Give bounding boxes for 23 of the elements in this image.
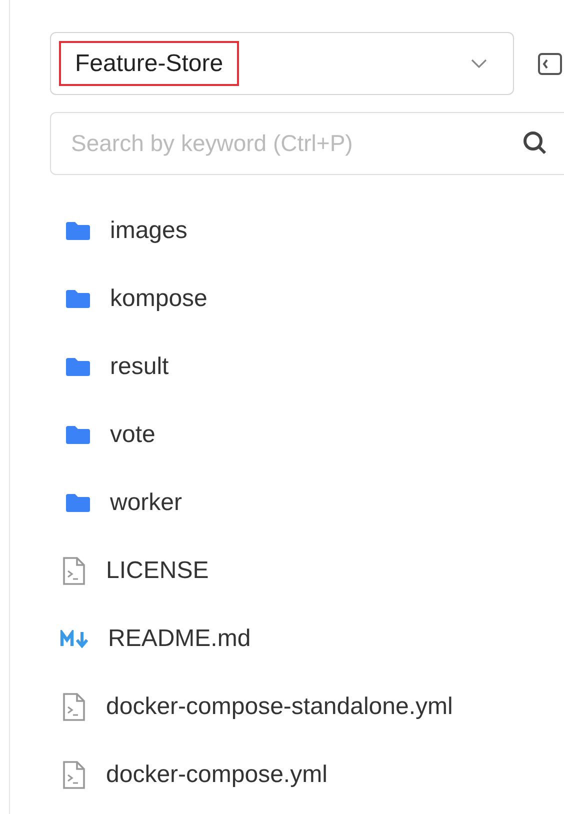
folder-name[interactable]: result <box>110 349 169 385</box>
file-name[interactable]: docker-compose.yml <box>106 757 328 793</box>
branch-dropdown[interactable]: Feature-Store <box>50 32 514 95</box>
terminal-file-icon <box>62 556 86 586</box>
folder-icon <box>64 492 92 514</box>
folder-icon <box>64 424 92 446</box>
folder-icon <box>64 288 92 310</box>
folder-name[interactable]: images <box>110 213 188 249</box>
folder-name[interactable]: kompose <box>110 281 208 317</box>
folder-icon <box>64 220 92 242</box>
terminal-file-icon <box>62 692 86 722</box>
file-name[interactable]: LICENSE <box>106 553 209 589</box>
panel-toggle-icon[interactable] <box>538 52 562 76</box>
file-name[interactable]: README.md <box>108 621 251 657</box>
folder-name[interactable]: vote <box>110 417 156 453</box>
branch-name: Feature-Store <box>59 41 240 86</box>
file-name[interactable]: docker-compose-standalone.yml <box>106 689 453 725</box>
search-field[interactable]: Search by keyword (Ctrl+P) <box>50 112 564 175</box>
folder-name[interactable]: worker <box>110 485 182 521</box>
chevron-down-icon <box>471 58 487 68</box>
search-icon[interactable] <box>522 130 548 156</box>
terminal-file-icon <box>62 760 86 790</box>
folder-icon <box>64 356 92 378</box>
